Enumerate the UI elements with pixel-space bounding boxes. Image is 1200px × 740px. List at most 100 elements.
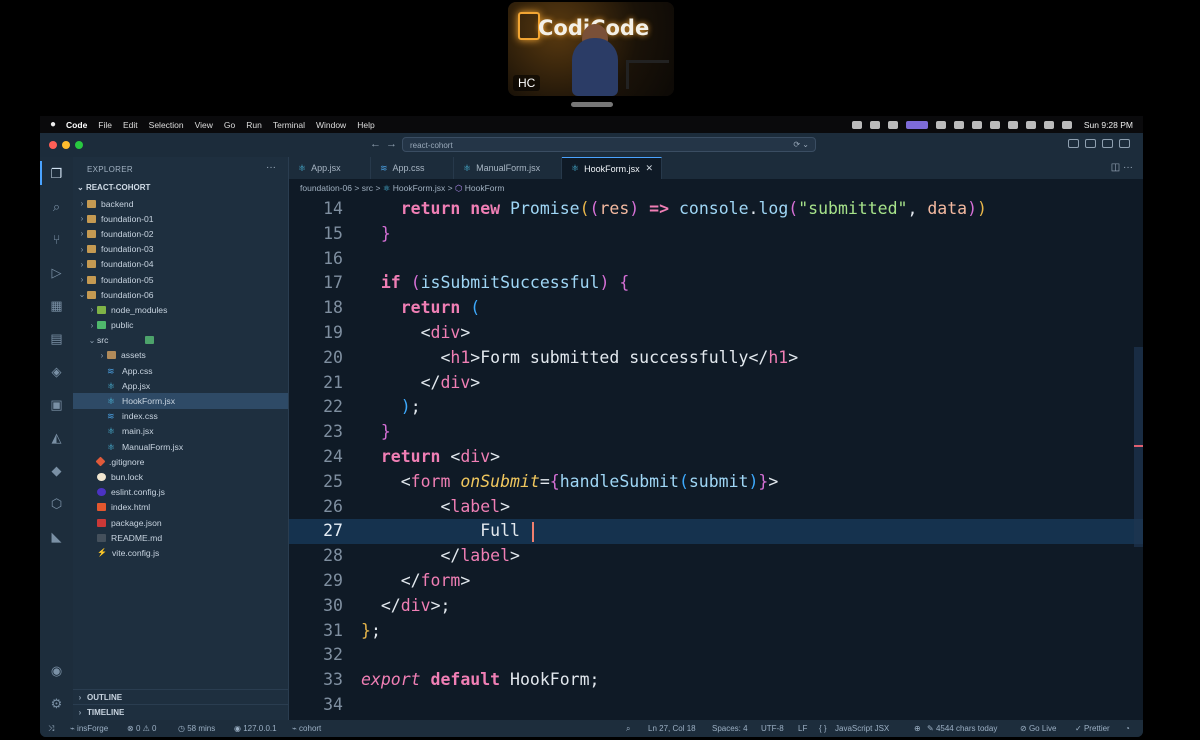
tree-item[interactable]: › foundation-05 (73, 272, 288, 287)
code-line[interactable]: 21 </div> (289, 371, 1143, 396)
tab-app-jsx[interactable]: ⚛ App.jsx (289, 157, 371, 179)
tailwind-icon[interactable]: ◭ (48, 429, 65, 446)
chevron-right-icon[interactable]: › (87, 305, 97, 314)
breadcrumb-src[interactable]: src (362, 183, 373, 193)
tree-item[interactable]: ⚡ vite.config.js (73, 545, 288, 560)
chevron-right-icon[interactable]: › (87, 321, 97, 330)
code-line[interactable]: 14 return new Promise((res) => console.l… (289, 197, 1143, 222)
tree-item[interactable]: › assets (73, 348, 288, 363)
char-count[interactable]: ✎ 4544 chars today (927, 724, 997, 733)
command-center-search[interactable]: react-cohort ⟳ ⌄ (402, 137, 816, 152)
database-icon[interactable]: ▤ (48, 330, 65, 347)
forward-arrow-icon[interactable]: → (386, 138, 397, 150)
encoding[interactable]: UTF-8 (761, 724, 784, 733)
code-line[interactable]: 25 <form onSubmit={handleSubmit(submit)}… (289, 470, 1143, 495)
tree-item[interactable]: ⌄ src (73, 333, 288, 348)
menu-run[interactable]: Run (246, 120, 262, 130)
toggle-panel-icon[interactable] (1068, 139, 1079, 148)
customize-layout-icon[interactable] (1119, 139, 1130, 148)
tree-item[interactable]: ⚛ HookForm.jsx (73, 393, 288, 409)
zoom-icon[interactable]: ⌕ (626, 724, 630, 734)
menu-app-name[interactable]: Code (66, 120, 87, 130)
search-icon[interactable]: ⌕ (48, 198, 65, 215)
braces-icon[interactable]: { } (819, 724, 827, 733)
menu-terminal[interactable]: Terminal (273, 120, 305, 130)
minimize-window-icon[interactable] (62, 141, 70, 149)
tree-item[interactable]: bun.lock (73, 469, 288, 484)
tree-item[interactable]: package.json (73, 515, 288, 530)
code-line[interactable]: 20 <h1>Form submitted successfully</h1> (289, 346, 1143, 371)
menubar-clock[interactable]: Sun 9:28 PM (1084, 120, 1133, 130)
toggle-secondary-sidebar-icon[interactable] (1102, 139, 1113, 148)
remote-indicator-icon[interactable]: ⤨ (48, 724, 54, 734)
wifi-icon[interactable] (1025, 120, 1036, 129)
tree-item[interactable]: ⚛ ManualForm.jsx (73, 439, 288, 454)
tab-hookform-jsx[interactable]: ⚛ HookForm.jsx ✕ (562, 157, 662, 179)
tree-item[interactable]: › foundation-04 (73, 257, 288, 272)
menu-go[interactable]: Go (224, 120, 235, 130)
status-icon-3[interactable] (887, 120, 898, 129)
timeline-section[interactable]: › TIMELINE (73, 704, 288, 720)
code-line[interactable]: 28 </label> (289, 544, 1143, 569)
problems-indicator[interactable]: ⊗ 0 ⚠ 0 (127, 724, 156, 733)
tree-item[interactable]: .gitignore (73, 454, 288, 469)
remote-explorer-icon[interactable]: ▣ (48, 396, 65, 413)
battery-icon[interactable] (989, 120, 1000, 129)
chevron-right-icon[interactable]: › (77, 260, 87, 269)
more-actions-icon[interactable]: ··· (266, 162, 276, 173)
menu-selection[interactable]: Selection (149, 120, 184, 130)
settings-gear-icon[interactable]: ⚙ (48, 695, 65, 712)
close-window-icon[interactable] (49, 141, 57, 149)
menu-edit[interactable]: Edit (123, 120, 138, 130)
code-line[interactable]: 33 export default HookForm; (289, 668, 1143, 693)
tree-item[interactable]: ≋ App.css (73, 363, 288, 378)
tab-app-css[interactable]: ≋ App.css (371, 157, 454, 179)
indentation[interactable]: Spaces: 4 (712, 724, 748, 733)
breadcrumb-file[interactable]: HookForm.jsx (393, 183, 445, 193)
layers-icon[interactable]: ◈ (48, 363, 65, 380)
menu-view[interactable]: View (195, 120, 213, 130)
menu-file[interactable]: File (98, 120, 112, 130)
source-control-icon[interactable]: ⑂ (48, 231, 65, 248)
tree-item[interactable]: README.md (73, 530, 288, 545)
flutter-icon[interactable]: ◣ (48, 528, 65, 545)
code-line[interactable]: 32 (289, 643, 1143, 668)
tree-item[interactable]: › foundation-01 (73, 211, 288, 226)
menu-window[interactable]: Window (316, 120, 346, 130)
line-endings[interactable]: LF (798, 724, 807, 733)
apple-icon[interactable]: ● (50, 119, 56, 130)
maximize-window-icon[interactable] (75, 141, 83, 149)
project-name[interactable]: ⌁ cohort (292, 724, 321, 733)
code-line[interactable]: 30 </div>; (289, 594, 1143, 619)
code-line[interactable]: 15 } (289, 222, 1143, 247)
extensions-icon[interactable]: ▦ (48, 297, 65, 314)
chevron-right-icon[interactable]: › (97, 351, 107, 360)
tree-item[interactable]: › node_modules (73, 302, 288, 317)
code-line[interactable]: 16 (289, 247, 1143, 272)
tree-item[interactable]: › foundation-03 (73, 242, 288, 257)
code-editor[interactable]: 34 33 export default HookForm; 32 31}; 30 </d… (289, 197, 1143, 720)
session-timer[interactable]: ◷ 58 mins (178, 724, 215, 733)
breadcrumb-folder[interactable]: foundation-06 (300, 183, 352, 193)
workspace-root[interactable]: ⌄ REACT-COHORT (77, 183, 150, 192)
tree-item[interactable]: › foundation-02 (73, 226, 288, 241)
tree-item[interactable]: ⌄ foundation-06 (73, 287, 288, 302)
notifications-bell-icon[interactable]: ◔ (1125, 724, 1130, 733)
chevron-right-icon[interactable]: › (77, 229, 87, 238)
code-line[interactable]: 34 (289, 693, 1143, 718)
chevron-right-icon[interactable]: › (77, 214, 87, 223)
language-mode[interactable]: JavaScript JSX (835, 724, 889, 733)
code-line[interactable]: 24 return <div> (289, 445, 1143, 470)
chevron-right-icon[interactable]: › (77, 245, 87, 254)
tree-item[interactable]: › backend (73, 196, 288, 211)
toggle-sidebar-icon[interactable] (1085, 139, 1096, 148)
status-icon-2[interactable] (869, 120, 880, 129)
menu-help[interactable]: Help (357, 120, 374, 130)
chevron-right-icon[interactable]: › (77, 275, 87, 284)
code-line[interactable]: 26 <label> (289, 495, 1143, 520)
code-line[interactable]: 18 return ( (289, 296, 1143, 321)
code-line[interactable]: 27 Full (289, 519, 1143, 545)
control-center-icon[interactable] (1061, 120, 1072, 129)
cursor-position[interactable]: Ln 27, Col 18 (648, 724, 696, 733)
code-line[interactable]: 17 if (isSubmitSuccessful) { (289, 271, 1143, 296)
